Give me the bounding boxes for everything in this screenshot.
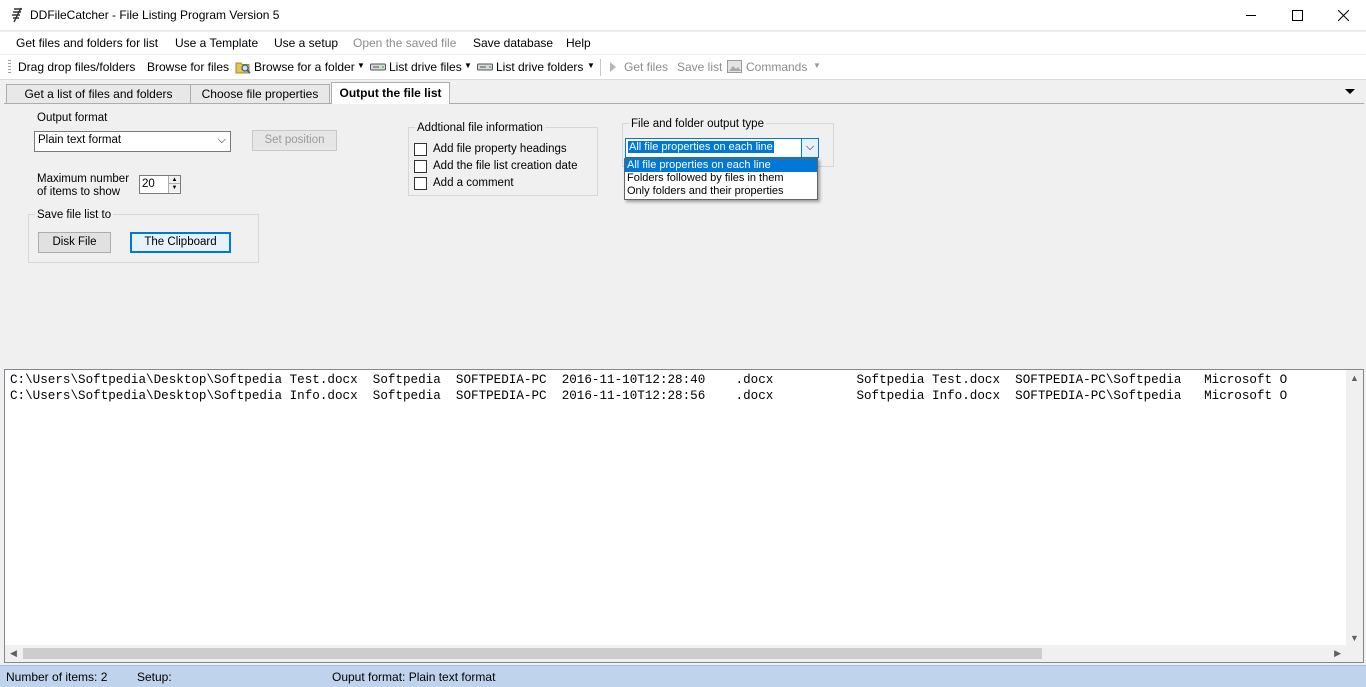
vertical-scrollbar[interactable]: ▲ ▼ xyxy=(1346,370,1363,646)
additional-info-title: Addtional file information xyxy=(415,122,545,134)
menu-help[interactable]: Help xyxy=(566,36,591,50)
set-position-button[interactable]: Set position xyxy=(252,130,337,151)
play-icon xyxy=(610,62,616,72)
save-file-list-group: Save file list to Disk File The Clipboar… xyxy=(28,209,259,263)
status-setup: Setup: xyxy=(137,670,172,684)
status-items-count: Number of items: 2 xyxy=(6,670,108,684)
commands-button[interactable]: Commands xyxy=(746,60,807,74)
folder-search-icon xyxy=(235,62,251,74)
browse-folder-dropdown-icon[interactable]: ▼ xyxy=(357,61,365,70)
list-drive-files-button[interactable]: List drive files xyxy=(389,60,462,74)
spin-up-icon[interactable]: ▲ xyxy=(169,176,180,184)
output-format-value: Plain text format xyxy=(38,134,122,146)
max-items-value: 20 xyxy=(142,178,155,190)
maximize-button[interactable] xyxy=(1274,0,1320,31)
file-list-line: C:\Users\Softpedia\Desktop\Softpedia Inf… xyxy=(10,389,1288,403)
clipboard-button[interactable]: The Clipboard xyxy=(130,232,231,253)
file-list-line: C:\Users\Softpedia\Desktop\Softpedia Tes… xyxy=(10,373,1288,387)
list-drive-folders-dropdown-icon[interactable]: ▼ xyxy=(587,61,595,70)
tab-list-dropdown-icon[interactable] xyxy=(1345,89,1355,94)
spin-down-icon[interactable]: ▼ xyxy=(169,184,180,192)
toolbar-grip[interactable] xyxy=(8,60,11,75)
browse-files-button[interactable]: Browse for files xyxy=(147,60,229,74)
menu-use-template[interactable]: Use a Template xyxy=(175,36,258,50)
maximize-icon xyxy=(1291,10,1303,21)
drive-icon xyxy=(477,63,493,71)
checkbox-label-date: Add the file list creation date xyxy=(433,160,578,172)
max-items-label-line1: Maximum number xyxy=(37,173,130,185)
checkbox-label-headings: Add file property headings xyxy=(433,143,567,155)
status-output-format: Ouput format: Plain text format xyxy=(332,670,496,684)
output-format-select[interactable]: Plain text format ⌵ xyxy=(34,131,231,152)
toolbar-separator xyxy=(600,59,601,76)
output-settings-panel: Output format Plain text format ⌵ Set po… xyxy=(4,103,1364,368)
dropdown-option-folders-files[interactable]: Folders followed by files in them xyxy=(625,172,817,185)
tab-get-list[interactable]: Get a list of files and folders xyxy=(6,84,191,104)
close-icon xyxy=(1337,10,1349,21)
dropdown-option-only-folders[interactable]: Only folders and their properties xyxy=(625,185,817,198)
drive-icon xyxy=(370,63,386,71)
scroll-up-icon[interactable]: ▲ xyxy=(1350,373,1359,383)
checkbox-label-comment: Add a comment xyxy=(433,177,514,189)
tab-strip: Get a list of files and folders Choose f… xyxy=(0,82,1366,104)
save-group-title: Save file list to xyxy=(35,209,114,221)
window-title: DDFileCatcher - File Listing Program Ver… xyxy=(30,8,280,22)
horizontal-scroll-thumb[interactable] xyxy=(23,648,1042,659)
app-logo-icon xyxy=(12,7,22,23)
output-format-label: Output format xyxy=(37,112,108,124)
checkbox-file-property-headings[interactable] xyxy=(414,143,427,156)
list-drive-folders-button[interactable]: List drive folders xyxy=(496,60,583,74)
scroll-left-icon[interactable]: ◀ xyxy=(10,648,17,659)
chevron-down-icon[interactable]: ⌵ xyxy=(801,139,818,157)
tab-output-file-list[interactable]: Output the file list xyxy=(331,82,450,104)
output-type-title: File and folder output type xyxy=(629,118,766,130)
menu-use-setup[interactable]: Use a setup xyxy=(274,36,338,50)
minimize-icon xyxy=(1245,15,1256,16)
chevron-down-icon: ⌵ xyxy=(217,134,226,146)
output-type-dropdown: All file properties on each line Folders… xyxy=(624,158,818,200)
file-list-output[interactable]: C:\Users\Softpedia\Desktop\Softpedia Tes… xyxy=(4,369,1364,663)
scroll-down-icon[interactable]: ▼ xyxy=(1350,633,1359,643)
image-icon xyxy=(727,60,742,73)
menu-bar: Get files and folders for list Use a Tem… xyxy=(0,32,1366,54)
commands-dropdown-icon[interactable]: ▼ xyxy=(813,61,821,70)
menu-get-files-folders[interactable]: Get files and folders for list xyxy=(16,36,158,50)
checkbox-creation-date[interactable] xyxy=(414,160,427,173)
drag-drop-button[interactable]: Drag drop files/folders xyxy=(18,60,135,74)
scrollbar-corner xyxy=(1346,645,1363,662)
max-items-stepper[interactable]: 20 ▲ ▼ xyxy=(139,175,181,194)
additional-info-group: Addtional file information Add file prop… xyxy=(408,122,598,196)
toolbar: Drag drop files/folders Browse for files… xyxy=(0,55,1366,80)
output-type-select[interactable]: All file properties on each line ⌵ xyxy=(625,138,819,158)
output-type-value: All file properties on each line xyxy=(628,141,774,153)
menu-save-database[interactable]: Save database xyxy=(473,36,553,50)
list-drive-files-dropdown-icon[interactable]: ▼ xyxy=(464,61,472,70)
get-files-button[interactable]: Get files xyxy=(624,60,668,74)
title-bar: DDFileCatcher - File Listing Program Ver… xyxy=(0,0,1366,31)
close-button[interactable] xyxy=(1320,0,1366,31)
checkbox-comment[interactable] xyxy=(414,177,427,190)
disk-file-button[interactable]: Disk File xyxy=(38,232,111,253)
save-list-button[interactable]: Save list xyxy=(677,60,722,74)
max-items-label-line2: of items to show xyxy=(37,186,121,198)
tab-choose-properties[interactable]: Choose file properties xyxy=(190,84,330,104)
scroll-right-icon[interactable]: ▶ xyxy=(1334,648,1341,659)
menu-open-saved-file[interactable]: Open the saved file xyxy=(353,36,456,50)
browse-folder-button[interactable]: Browse for a folder xyxy=(254,60,355,74)
horizontal-scrollbar[interactable]: ◀ ▶ xyxy=(5,645,1346,662)
dropdown-option-all-properties[interactable]: All file properties on each line xyxy=(625,159,817,172)
minimize-button[interactable] xyxy=(1228,0,1274,31)
status-bar: Number of items: 2 Setup: Ouput format: … xyxy=(0,665,1366,687)
